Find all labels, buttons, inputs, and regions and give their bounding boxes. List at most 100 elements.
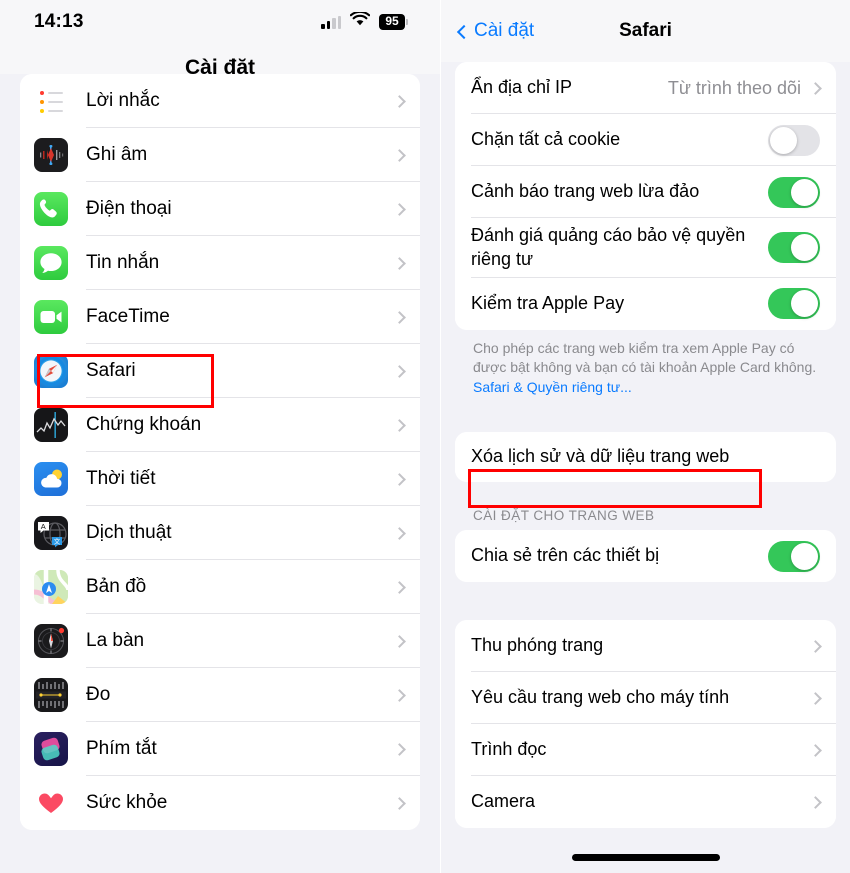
website-settings-group: Chia sẻ trên các thiết bị: [455, 530, 836, 583]
battery-icon: 95: [379, 13, 408, 31]
privacy-row[interactable]: Ẩn địa chỉ IP Từ trình theo dõi: [455, 62, 836, 114]
settings-row-label: Ghi âm: [86, 144, 148, 165]
settings-row-stocks[interactable]: Chứng khoán: [20, 398, 420, 452]
chevron-left-icon: [456, 24, 472, 39]
left-phone-settings-panel: 14:13 95 Cài đặt Lời nhắc Ghi âm Điện th…: [0, 0, 440, 873]
settings-row-shortcuts[interactable]: Phím tắt: [20, 722, 420, 776]
settings-row-voice[interactable]: Ghi âm: [20, 128, 420, 182]
status-bar-indicators: 95: [321, 10, 408, 32]
voice-memos-app-icon: [34, 138, 68, 172]
settings-row-label: Điện thoại: [86, 198, 172, 219]
row-label: Kiểm tra Apple Pay: [471, 292, 625, 313]
svg-text:文: 文: [54, 536, 61, 545]
right-phone-safari-panel: Cài đặt Safari Ẩn địa chỉ IP Từ trình the…: [440, 0, 850, 873]
settings-row-health[interactable]: Sức khỏe: [20, 776, 420, 830]
toggle-switch[interactable]: [768, 176, 820, 208]
privacy-row[interactable]: Cảnh báo trang web lừa đảo: [455, 166, 836, 218]
toggle-switch[interactable]: [768, 124, 820, 156]
settings-row-label: Đo: [86, 684, 111, 705]
settings-row-label: Bản đồ: [86, 576, 147, 597]
clear-history-label: Xóa lịch sử và dữ liệu trang web: [471, 446, 730, 467]
settings-list-card: Lời nhắc Ghi âm Điện thoại Tin nhắn FaceTime…: [20, 74, 420, 830]
status-bar-clock: 14:13: [34, 11, 84, 32]
chevron-right-icon: [393, 796, 406, 810]
toggle-switch[interactable]: [768, 288, 820, 319]
row-label: Đánh giá quảng cáo bảo vệ quyền riêng tư: [471, 225, 746, 269]
settings-row-label: Tin nhắn: [86, 252, 160, 273]
privacy-row[interactable]: Đánh giá quảng cáo bảo vệ quyền riêng tư: [455, 218, 836, 278]
home-indicator: [571, 854, 720, 861]
safari-app-icon: [34, 354, 68, 388]
screenshot-root: 14:13 95 Cài đặt Lời nhắc Ghi âm Điện th…: [0, 0, 850, 873]
settings-row-label: Chứng khoán: [86, 414, 202, 435]
settings-row-label: Lời nhắc: [86, 90, 160, 111]
clear-history-group: Xóa lịch sử và dữ liệu trang web: [455, 432, 836, 483]
chevron-right-icon: [393, 256, 406, 270]
row-label: Thu phóng trang: [471, 635, 604, 656]
apple-pay-footer-text: Cho phép các trang web kiểm tra xem Appl…: [473, 339, 817, 376]
chevron-right-icon: [393, 688, 406, 702]
settings-row-phone[interactable]: Điện thoại: [20, 182, 420, 236]
privacy-security-group: Ẩn địa chỉ IP Từ trình theo dõi Chặn tất c…: [455, 62, 836, 330]
row-label: Cảnh báo trang web lừa đảo: [471, 181, 700, 202]
settings-row-msg[interactable]: Tin nhắn: [20, 236, 420, 290]
facetime-app-icon: [34, 300, 68, 334]
back-button[interactable]: Cài đặt: [456, 20, 535, 42]
settings-scroll-area[interactable]: Lời nhắc Ghi âm Điện thoại Tin nhắn FaceTime…: [0, 74, 440, 855]
measure-app-icon: [34, 678, 68, 712]
health-app-icon: [34, 786, 68, 820]
safari-privacy-link[interactable]: Safari & Quyền riêng tư...: [473, 378, 818, 398]
clear-history-row[interactable]: Xóa lịch sử và dữ liệu trang web: [455, 432, 836, 483]
settings-row-label: Dịch thuật: [86, 522, 172, 543]
stocks-app-icon: [34, 408, 68, 442]
privacy-row[interactable]: Kiểm tra Apple Pay: [455, 277, 836, 330]
chevron-right-icon: [809, 81, 822, 95]
settings-row-ft[interactable]: FaceTime: [20, 290, 420, 344]
chevron-right-icon: [393, 472, 406, 486]
row-label: Yêu cầu trang web cho máy tính: [471, 687, 730, 708]
settings-row-maps[interactable]: Bản đồ: [20, 560, 420, 614]
compass-app-icon: [34, 624, 68, 658]
settings-row-weather[interactable]: Thời tiết: [20, 452, 420, 506]
apple-pay-footer: Cho phép các trang web kiểm tra xem Appl…: [455, 330, 836, 399]
settings-row-label: Phím tắt: [86, 738, 157, 759]
chevron-right-icon: [809, 691, 822, 705]
chevron-right-icon: [393, 742, 406, 756]
shortcuts-app-icon: [34, 732, 68, 766]
page-setting-row[interactable]: Thu phóng trang: [455, 620, 836, 673]
chevron-right-icon: [809, 743, 822, 757]
page-setting-row[interactable]: Trình đọc: [455, 724, 836, 777]
translate-app-icon: A文: [34, 516, 68, 550]
privacy-row[interactable]: Chặn tất cả cookie: [455, 114, 836, 166]
cellular-signal-icon: [321, 15, 341, 29]
wifi-icon: [349, 10, 371, 32]
page-setting-row[interactable]: Camera: [455, 776, 836, 829]
row-label: Ẩn địa chỉ IP: [471, 77, 573, 98]
settings-row-reminders[interactable]: Lời nhắc: [20, 74, 420, 128]
settings-row-label: Sức khỏe: [86, 792, 168, 813]
toggle-switch[interactable]: [768, 540, 820, 572]
reminders-app-icon: [34, 84, 68, 118]
chevron-right-icon: [393, 418, 406, 432]
toggle-switch[interactable]: [768, 232, 820, 264]
settings-row-safari[interactable]: Safari: [20, 344, 420, 398]
status-bar: 14:13 95: [0, 0, 440, 44]
page-setting-row[interactable]: Yêu cầu trang web cho máy tính: [455, 672, 836, 725]
website-settings-header: CÀI ĐẶT CHO TRANG WEB: [473, 508, 655, 524]
maps-app-icon: [34, 570, 68, 604]
settings-row-label: Safari: [86, 360, 136, 381]
row-label: Chặn tất cả cookie: [471, 129, 621, 150]
chevron-right-icon: [393, 202, 406, 216]
settings-row-translate[interactable]: A 文 Dịch thuật: [20, 506, 420, 560]
phone-app-icon: [34, 192, 68, 226]
chevron-right-icon: [393, 634, 406, 648]
website-setting-row[interactable]: Chia sẻ trên các thiết bị: [455, 530, 836, 583]
settings-row-label: Thời tiết: [86, 468, 156, 489]
settings-row-compass[interactable]: La bàn: [20, 614, 420, 668]
settings-row-measure[interactable]: Đo: [20, 668, 420, 722]
safari-settings-scroll-area[interactable]: Ẩn địa chỉ IP Từ trình theo dõi Chặn tất c…: [441, 62, 850, 873]
chevron-right-icon: [393, 310, 406, 324]
row-label: Trình đọc: [471, 739, 547, 760]
battery-percent-label: 95: [379, 13, 405, 31]
back-button-label: Cài đặt: [474, 20, 535, 41]
